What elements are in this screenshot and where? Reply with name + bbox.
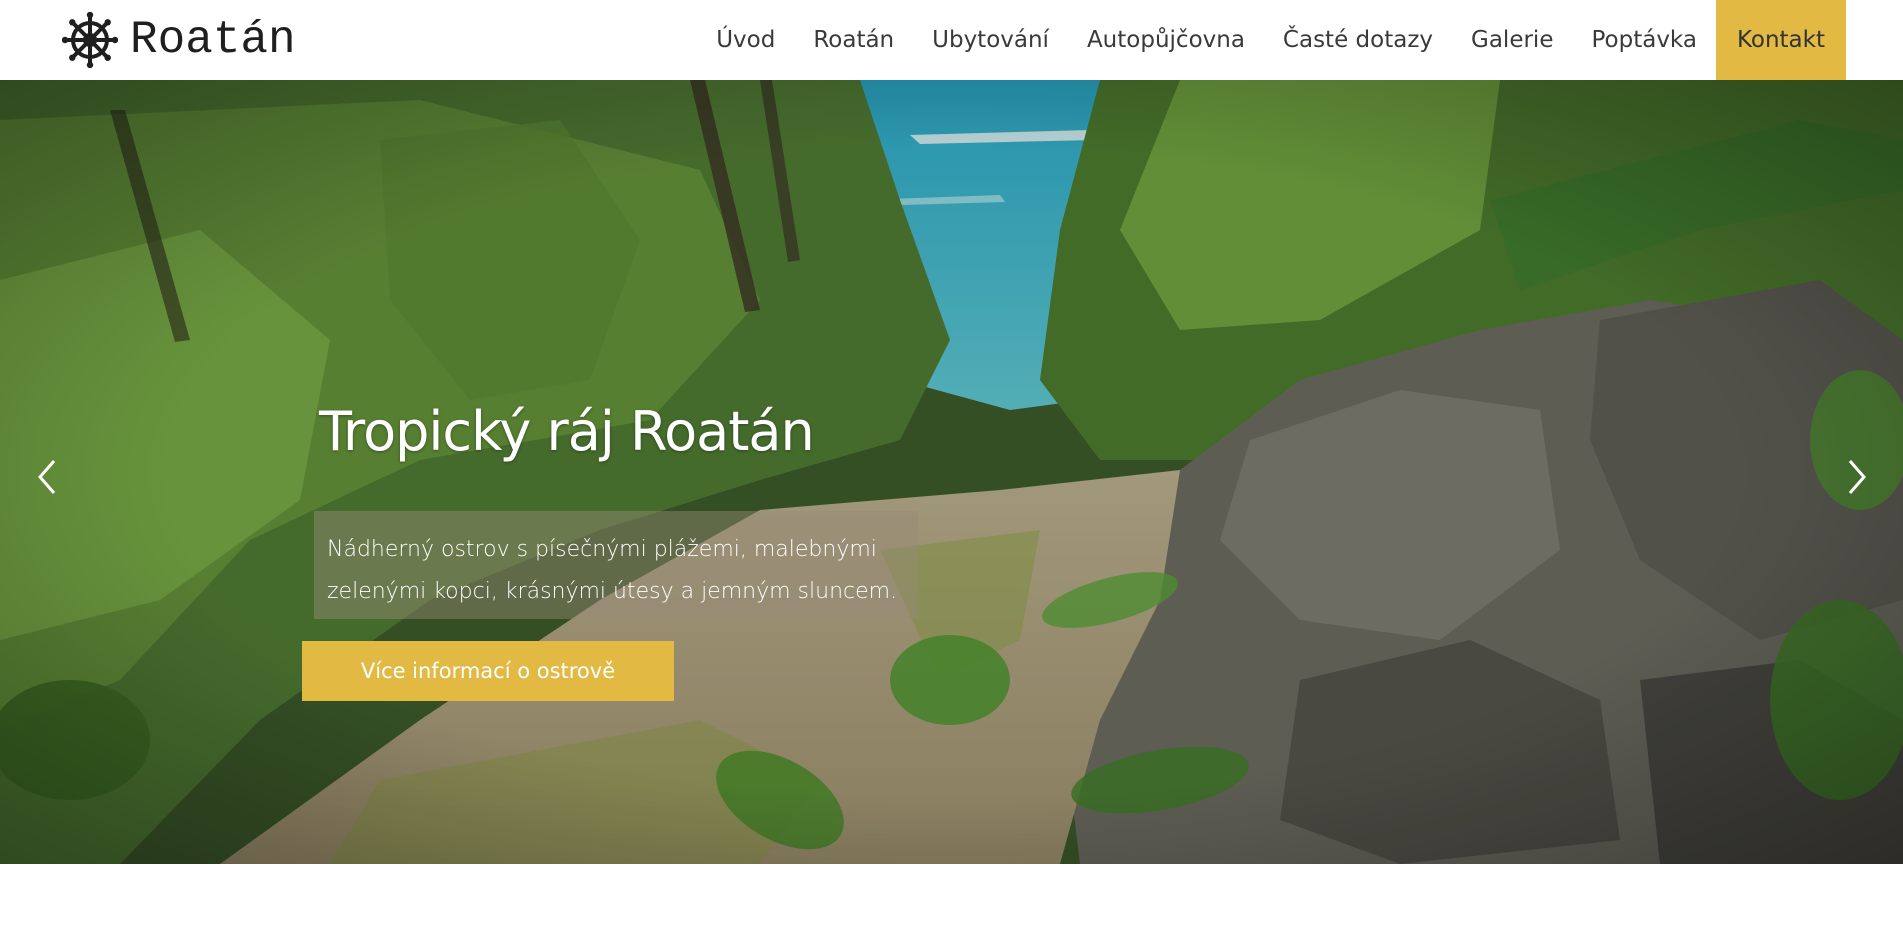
nav-item-uvod[interactable]: Úvod xyxy=(697,0,794,80)
hero-description-box: Nádherný ostrov s písečnými plážemi, mal… xyxy=(314,511,918,619)
site-header: Roatán Úvod Roatán Ubytování Autopůjčovn… xyxy=(0,0,1903,80)
nav-item-caste-dotazy[interactable]: Časté dotazy xyxy=(1264,0,1452,80)
hero-background-image xyxy=(0,80,1903,864)
hero-title: Tropický ráj Roatán xyxy=(319,400,815,463)
hero-slider: Tropický ráj Roatán Nádherný ostrov s pí… xyxy=(0,80,1903,864)
hero-description: Nádherný ostrov s písečnými plážemi, mal… xyxy=(327,537,898,604)
logo-link[interactable]: Roatán xyxy=(62,12,296,68)
nav-item-kontakt[interactable]: Kontakt xyxy=(1715,0,1846,80)
nav-item-galerie[interactable]: Galerie xyxy=(1452,0,1572,80)
nav-item-poptavka[interactable]: Poptávka xyxy=(1572,0,1715,80)
nav-item-roatan[interactable]: Roatán xyxy=(794,0,913,80)
ship-wheel-icon xyxy=(62,12,118,68)
nav-item-ubytovani[interactable]: Ubytování xyxy=(913,0,1068,80)
more-info-button[interactable]: Více informací o ostrově xyxy=(302,641,674,701)
nav-item-autopujcovna[interactable]: Autopůjčovna xyxy=(1068,0,1264,80)
main-nav: Úvod Roatán Ubytování Autopůjčovna Časté… xyxy=(697,0,1846,80)
chevron-right-icon[interactable] xyxy=(1840,455,1874,499)
brand-name: Roatán xyxy=(130,14,296,66)
chevron-left-icon[interactable] xyxy=(30,455,64,499)
